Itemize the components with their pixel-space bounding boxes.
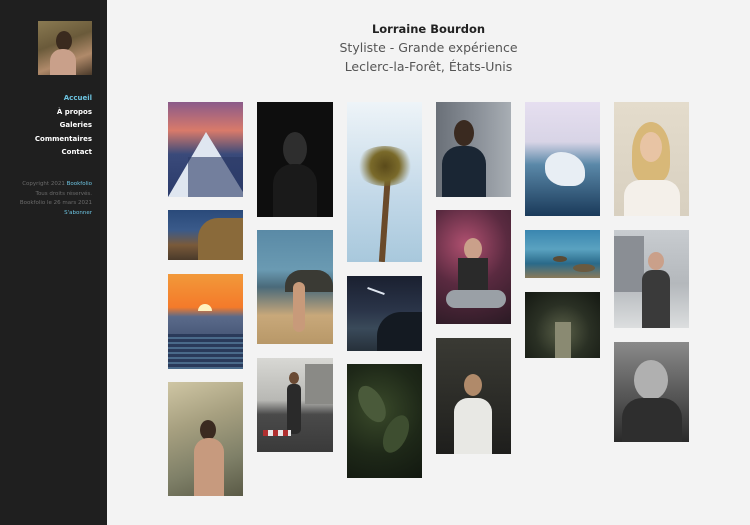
sidebar: Accueil À propos Galeries Commentaires C… [0, 0, 107, 525]
copyright-text: Copyright 2021 [22, 181, 65, 187]
copyright-line: Copyright 2021 Bookfolio [0, 180, 92, 190]
photo-leaves[interactable] [347, 364, 422, 478]
photo-couple-beach[interactable] [257, 230, 333, 344]
photo-woman-street[interactable] [257, 358, 333, 452]
main-nav: Accueil À propos Galeries Commentaires C… [35, 92, 92, 160]
photo-woman-guitar[interactable] [436, 210, 511, 324]
photo-forest-path[interactable] [525, 292, 600, 358]
sidebar-footer: Copyright 2021 Bookfolio Tous droits rés… [0, 180, 92, 218]
photo-woman-reeds[interactable] [168, 382, 243, 496]
photo-old-man[interactable] [614, 342, 689, 442]
profile-name: Lorraine Bourdon [371, 22, 486, 36]
photo-snowy-mountain[interactable] [168, 102, 243, 197]
nav-item-commentaires[interactable]: Commentaires [35, 133, 92, 147]
photo-ocean-sunset[interactable] [168, 274, 243, 369]
profile-location: Leclerc-la-Forêt, États-Unis [344, 59, 513, 74]
profile-header: Lorraine Bourdon Styliste - Grande expér… [107, 20, 750, 76]
photo-tattooed-man[interactable] [436, 338, 511, 454]
photo-blonde-woman[interactable] [614, 102, 689, 216]
nav-item-contact[interactable]: Contact [35, 146, 93, 160]
profile-title: Styliste - Grande expérience [339, 40, 518, 55]
photo-rocky-shore[interactable] [168, 210, 243, 260]
nav-item-galeries[interactable]: Galeries [35, 119, 92, 133]
avatar[interactable] [38, 21, 92, 75]
nav-item-a-propos[interactable]: À propos [35, 106, 92, 120]
photo-night-coast[interactable] [347, 276, 422, 351]
rights-text: Tous droits réservés. [35, 190, 92, 197]
avatar-body [50, 49, 76, 75]
avatar-face [56, 31, 72, 51]
photo-sea-rocks[interactable] [525, 230, 600, 278]
photo-palm-tree[interactable] [347, 102, 422, 262]
photo-man-dark-portrait[interactable] [257, 102, 333, 217]
built-text: Bookfolio le 26 mars 2021 [19, 200, 92, 206]
photo-man-wall[interactable] [436, 102, 511, 197]
photo-iceberg[interactable] [525, 102, 600, 216]
brand-link[interactable]: Bookfolio [67, 181, 92, 187]
photo-man-backpack[interactable] [614, 230, 689, 328]
subscribe-link[interactable]: S'abonner [0, 209, 92, 219]
nav-item-accueil[interactable]: Accueil [35, 92, 92, 106]
